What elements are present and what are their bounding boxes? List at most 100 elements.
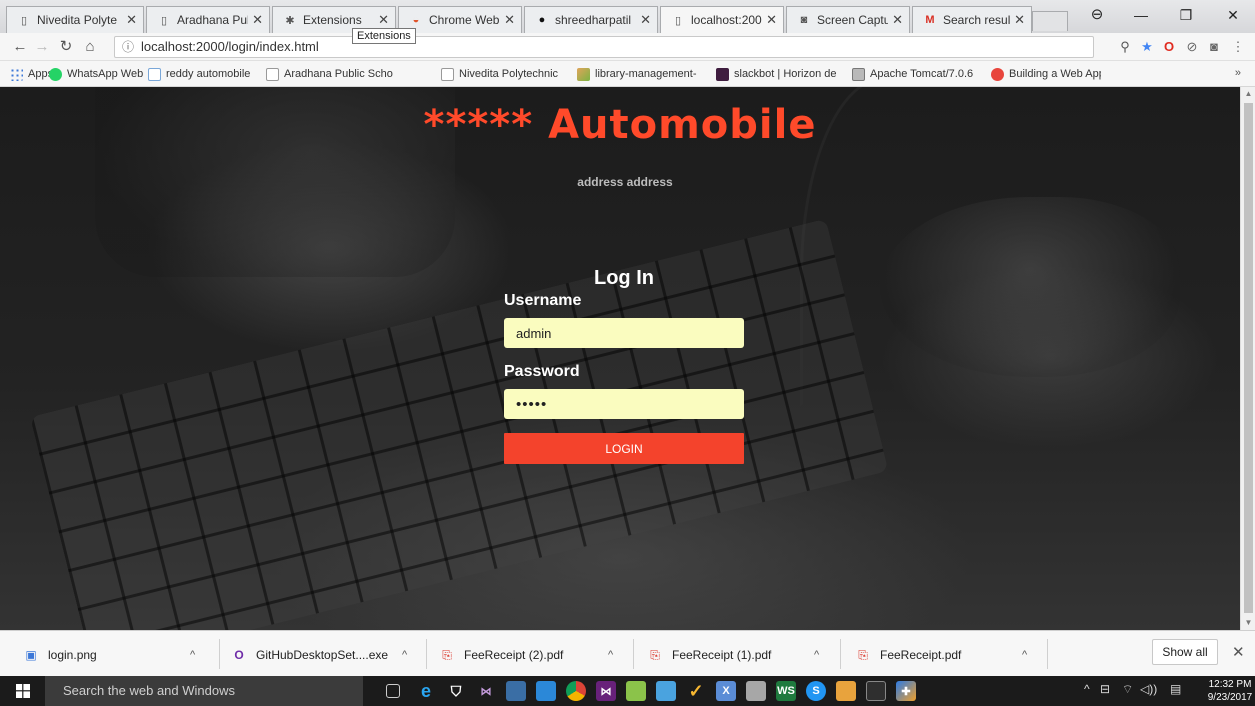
download-item[interactable]: ▣ login.png ^: [24, 640, 214, 670]
notepad-icon[interactable]: [626, 681, 646, 701]
close-icon[interactable]: ✕: [766, 12, 777, 28]
file-explorer-icon[interactable]: [506, 681, 526, 701]
folder-icon[interactable]: [836, 681, 856, 701]
address-text: address address: [577, 175, 673, 189]
bookmark-apps[interactable]: Apps: [10, 66, 53, 82]
tab-chrome-web-store[interactable]: ◒ Chrome Web S ✕: [398, 6, 522, 33]
calculator-icon[interactable]: [746, 681, 766, 701]
password-input[interactable]: [504, 389, 744, 419]
taskbar-clock[interactable]: 12:32 PM 9/23/2017: [1206, 678, 1254, 704]
paint-icon[interactable]: [656, 681, 676, 701]
menu-icon[interactable]: ⋮: [1229, 38, 1247, 56]
bookmark-tomcat[interactable]: Apache Tomcat/7.0.6: [852, 66, 982, 82]
download-item[interactable]: O GitHubDesktopSet....exe ^: [232, 640, 422, 670]
chevron-up-icon[interactable]: ^: [608, 649, 613, 661]
download-item[interactable]: ⎘ FeeReceipt (2).pdf ^: [440, 640, 630, 670]
forward-icon[interactable]: →: [32, 37, 52, 57]
windows-start-button[interactable]: [0, 676, 45, 706]
chrome-icon[interactable]: [566, 681, 586, 701]
divider: [426, 639, 427, 669]
scroll-down-icon[interactable]: ▼: [1241, 616, 1255, 630]
tab-aradhana[interactable]: ▯ Aradhana Pub ✕: [146, 6, 270, 33]
taskbar-search[interactable]: Search the web and Windows: [45, 676, 363, 706]
login-button[interactable]: LOGIN: [504, 433, 744, 464]
extension-icon[interactable]: ⚲: [1116, 38, 1134, 56]
download-item[interactable]: ⎘ FeeReceipt.pdf ^: [856, 640, 1046, 670]
screenshot-icon[interactable]: ◙: [1205, 38, 1223, 56]
close-window-icon[interactable]: ✕: [1218, 4, 1248, 26]
profile-icon[interactable]: ⊖: [1082, 4, 1112, 26]
bookmark-star-icon[interactable]: ★: [1138, 38, 1156, 56]
store-icon[interactable]: ⛉: [446, 681, 466, 701]
show-all-button[interactable]: Show all: [1152, 639, 1218, 665]
tab-label: Chrome Web S: [429, 13, 500, 27]
new-tab-button[interactable]: [1032, 11, 1068, 31]
vs-code-icon[interactable]: ⋈: [596, 681, 616, 701]
tab-screen-capture[interactable]: ◙ Screen Captur ✕: [786, 6, 910, 33]
volume-icon[interactable]: ◁)): [1140, 682, 1157, 696]
close-icon[interactable]: ✕: [892, 12, 903, 28]
page-icon: [441, 67, 454, 81]
tab-gmail-search[interactable]: M Search results ✕: [912, 6, 1032, 33]
username-input[interactable]: [504, 318, 744, 348]
close-icon[interactable]: ✕: [1232, 643, 1245, 661]
bookmark-whatsapp[interactable]: WhatsApp Web: [49, 66, 143, 82]
close-icon[interactable]: ✕: [126, 12, 137, 28]
address-bar[interactable]: ⓘ localhost:2000/login/index.html: [114, 36, 1094, 58]
bookmark-aradhana[interactable]: Aradhana Public Scho: [266, 66, 432, 82]
terminal-icon[interactable]: [866, 681, 886, 701]
bookmark-reddy-automobile[interactable]: reddy automobile: [148, 66, 250, 82]
edge-icon[interactable]: e: [416, 681, 436, 701]
chevron-up-icon[interactable]: ^: [1084, 682, 1090, 696]
tab-nivedita[interactable]: ▯ Nivedita Polyte ✕: [6, 6, 144, 33]
bookmark-library-management[interactable]: library-management-: [577, 66, 707, 82]
network-icon[interactable]: ⊟: [1100, 682, 1110, 696]
tab-label: shreedharpatil: [555, 13, 632, 27]
task-view-icon[interactable]: [386, 684, 400, 698]
checkmark-app-icon[interactable]: ✓: [686, 681, 706, 701]
back-icon[interactable]: ←: [10, 37, 30, 57]
block-icon[interactable]: ⊘: [1183, 38, 1201, 56]
divider: [840, 639, 841, 669]
chevron-up-icon[interactable]: ^: [814, 649, 819, 661]
bookmark-building-web-app[interactable]: Building a Web App w: [991, 66, 1101, 82]
close-icon[interactable]: ✕: [252, 12, 263, 28]
excel-like-icon[interactable]: X: [716, 681, 736, 701]
tab-github[interactable]: ● shreedharpatil ✕: [524, 6, 658, 33]
camera-icon: ◙: [800, 14, 808, 26]
close-icon[interactable]: ✕: [1014, 12, 1025, 28]
tab-label: Aradhana Pub: [177, 13, 249, 27]
wifi-icon[interactable]: ⌔: [1122, 682, 1133, 697]
reload-icon[interactable]: ↻: [56, 37, 76, 57]
skype-icon[interactable]: S: [806, 681, 826, 701]
bookmark-nivedita[interactable]: Nivedita Polytechnic: [441, 66, 569, 82]
notification-icon[interactable]: ▤: [1170, 682, 1181, 696]
close-icon[interactable]: ✕: [378, 12, 389, 28]
opera-icon[interactable]: O: [1160, 38, 1178, 56]
visual-studio-icon[interactable]: ⋈: [476, 681, 496, 701]
scroll-thumb[interactable]: [1244, 103, 1253, 613]
more-bookmarks-icon[interactable]: »: [1235, 67, 1241, 79]
divider: [1047, 639, 1048, 669]
restore-icon[interactable]: ❐: [1171, 4, 1201, 26]
outlook-icon[interactable]: [536, 681, 556, 701]
webstorm-icon[interactable]: WS: [776, 681, 796, 701]
tomcat-icon: [852, 67, 865, 81]
close-icon[interactable]: ✕: [640, 12, 651, 28]
bookmark-slackbot[interactable]: slackbot | Horizon de: [716, 66, 846, 82]
chevron-up-icon[interactable]: ^: [190, 649, 195, 661]
tab-localhost[interactable]: ▯ localhost:2000 ✕: [660, 6, 784, 33]
chevron-up-icon[interactable]: ^: [402, 649, 407, 661]
divider: [633, 639, 634, 669]
page-scrollbar[interactable]: ▲ ▼: [1240, 87, 1255, 630]
shield-app-icon[interactable]: ✚: [896, 681, 916, 701]
bookmarks-bar: Apps WhatsApp Web reddy automobile Aradh…: [0, 61, 1255, 87]
scroll-up-icon[interactable]: ▲: [1241, 87, 1255, 101]
screen: ▯ Nivedita Polyte ✕ ▯ Aradhana Pub ✕ ✱ E…: [0, 0, 1255, 706]
home-icon[interactable]: ⌂: [80, 37, 100, 57]
minimize-icon[interactable]: —: [1126, 4, 1156, 26]
download-filename: login.png: [48, 648, 97, 662]
close-icon[interactable]: ✕: [504, 12, 515, 28]
chevron-up-icon[interactable]: ^: [1022, 649, 1027, 661]
download-item[interactable]: ⎘ FeeReceipt (1).pdf ^: [648, 640, 838, 670]
